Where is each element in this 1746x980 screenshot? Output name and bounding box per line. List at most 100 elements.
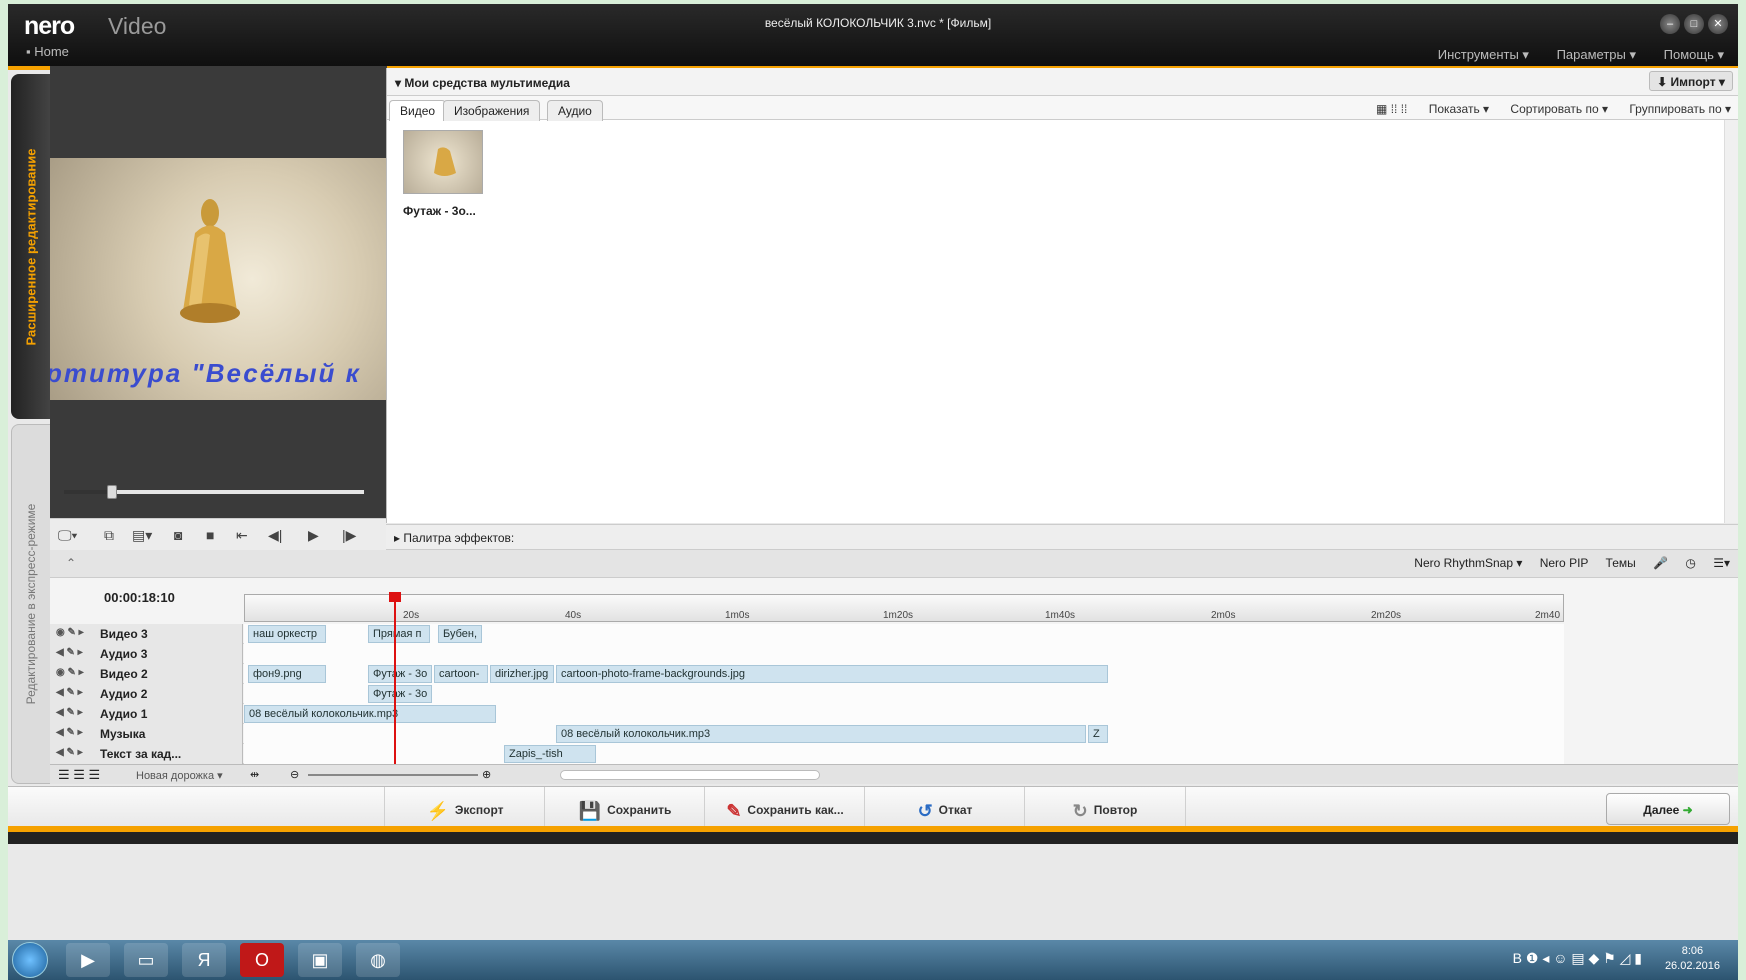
- track-header[interactable]: ◉ ✎ ▸ Видео 2: [50, 664, 243, 684]
- timeline-clip[interactable]: cartoon-: [434, 665, 488, 683]
- file-explorer-icon[interactable]: ▭: [124, 943, 168, 977]
- track-toggle-icons[interactable]: ◀ ✎ ▸: [56, 647, 83, 658]
- media-scrollbar[interactable]: [1724, 120, 1738, 523]
- pip-button[interactable]: Nero PIP: [1540, 556, 1588, 570]
- track-header[interactable]: ◀ ✎ ▸ Музыка: [50, 724, 243, 744]
- media-title[interactable]: ▾ Мои средства мультимедиа: [395, 76, 570, 90]
- group-dropdown[interactable]: Группировать по ▾: [1629, 102, 1731, 116]
- yandex-browser-icon[interactable]: Я: [182, 943, 226, 977]
- aspect-icon[interactable]: ▤▾: [132, 527, 152, 544]
- track-header[interactable]: ◀ ✎ ▸ Аудио 3: [50, 644, 243, 664]
- media-thumbnail[interactable]: [403, 130, 483, 194]
- track-header[interactable]: ◉ ✎ ▸ Видео 3: [50, 624, 243, 644]
- snapshot-icon[interactable]: ◙: [174, 527, 182, 543]
- timeline-clip[interactable]: 08 весёлый колокольчик.mp3: [244, 705, 496, 723]
- minimize-icon[interactable]: –: [1660, 14, 1680, 34]
- clock-icon[interactable]: ◷: [1685, 556, 1695, 570]
- opera-icon[interactable]: O: [240, 943, 284, 977]
- timeline-clip[interactable]: cartoon-photo-frame-backgrounds.jpg: [556, 665, 1108, 683]
- effects-palette-bar[interactable]: ▸ Палитра эффектов:: [386, 524, 1738, 550]
- import-button[interactable]: ⬇ Импорт ▾: [1649, 71, 1733, 91]
- next-label: Далее: [1643, 803, 1680, 817]
- track-video-3: ◉ ✎ ▸ Видео 3 наш оркестр Прямая п Бубен,: [50, 624, 1564, 644]
- timeline-clip[interactable]: Футаж - 3о: [368, 685, 432, 703]
- track-lane[interactable]: наш оркестр Прямая п Бубен,: [244, 624, 1564, 644]
- go-to-start-icon[interactable]: ⇤: [236, 527, 248, 544]
- system-tray-icons[interactable]: B ❶ ◂ ☺ ▤ ◆ ⚑ ◿ ▮: [1513, 950, 1642, 967]
- fullscreen-icon[interactable]: ⧉: [104, 527, 114, 544]
- media-player-icon[interactable]: ▶: [66, 943, 110, 977]
- menu-settings[interactable]: Параметры ▾: [1557, 47, 1636, 62]
- track-view-icons[interactable]: ☰ ☰ ☰: [58, 767, 100, 783]
- tab-video[interactable]: Видео: [389, 100, 447, 121]
- preview-seek-slider[interactable]: [64, 485, 364, 499]
- menu-help[interactable]: Помощь ▾: [1664, 47, 1724, 62]
- rhythmsnap-button[interactable]: Nero RhythmSnap ▾: [1414, 556, 1522, 570]
- timeline-clip[interactable]: Z: [1088, 725, 1108, 743]
- track-name: Видео 2: [100, 667, 148, 681]
- settings-icon[interactable]: ☰▾: [1713, 556, 1730, 570]
- home-link[interactable]: ▪ Home: [26, 44, 69, 59]
- previous-frame-icon[interactable]: ◀|: [268, 527, 282, 544]
- new-track-dropdown[interactable]: Новая дорожка ▾: [136, 769, 223, 782]
- sort-dropdown[interactable]: Сортировать по ▾: [1510, 102, 1608, 116]
- start-button[interactable]: [12, 942, 48, 978]
- timeline-clip[interactable]: Прямая п: [368, 625, 430, 643]
- timeline-clip[interactable]: фон9.png: [248, 665, 326, 683]
- track-lane[interactable]: фон9.png Футаж - 3о cartoon- dirizher.jp…: [244, 664, 1564, 684]
- track-toggle-icons[interactable]: ◀ ✎ ▸: [56, 747, 83, 758]
- timeline-clip[interactable]: Zapis_-tish: [504, 745, 596, 763]
- stop-icon[interactable]: ■: [206, 527, 214, 543]
- track-lane[interactable]: 08 весёлый колокольчик.mp3 Z: [244, 724, 1564, 744]
- tab-express-editing[interactable]: Редактирование в экспресс-режиме: [11, 424, 51, 784]
- show-dropdown[interactable]: Показать ▾: [1429, 102, 1489, 116]
- track-lane[interactable]: Zapis_-tish: [244, 744, 1564, 764]
- track-toggle-icons[interactable]: ◉ ✎ ▸: [56, 627, 84, 638]
- track-header[interactable]: ◀ ✎ ▸ Текст за кад...: [50, 744, 243, 764]
- track-toggle-icons[interactable]: ◀ ✎ ▸: [56, 707, 83, 718]
- main-menu: Инструменты ▾ Параметры ▾ Помощь ▾: [1414, 47, 1724, 63]
- next-frame-icon[interactable]: |▶: [342, 527, 356, 544]
- menu-tools[interactable]: Инструменты ▾: [1438, 47, 1529, 62]
- tab-audio[interactable]: Аудио: [547, 100, 603, 121]
- zoom-in-icon[interactable]: ⊕: [482, 768, 491, 781]
- maximize-icon[interactable]: □: [1684, 14, 1704, 34]
- timeline-clip[interactable]: наш оркестр: [248, 625, 326, 643]
- time-ruler[interactable]: 20s 40s 1m0s 1m20s 1m40s 2m0s 2m20s 2m40: [244, 594, 1564, 622]
- track-toggle-icons[interactable]: ◉ ✎ ▸: [56, 667, 84, 678]
- playhead[interactable]: [394, 594, 396, 768]
- zoom-slider[interactable]: [308, 774, 478, 776]
- zoom-out-icon[interactable]: ⊖: [290, 768, 299, 781]
- track-header[interactable]: ◀ ✎ ▸ Аудио 2: [50, 684, 243, 704]
- display-mode-icon[interactable]: 🖵▾: [58, 527, 77, 544]
- next-button[interactable]: Далее ➜: [1606, 793, 1730, 825]
- timeline-clip[interactable]: Бубен,: [438, 625, 482, 643]
- microphone-icon[interactable]: 🎤: [1653, 556, 1668, 570]
- timeline-clip[interactable]: 08 весёлый колокольчик.mp3: [556, 725, 1086, 743]
- system-clock[interactable]: 8:06 26.02.2016: [1665, 944, 1720, 974]
- view-mode-icon[interactable]: ▦ ⁞⁞ ⁞⁞: [1376, 102, 1407, 116]
- track-lane[interactable]: [244, 644, 1564, 664]
- track-header[interactable]: ◀ ✎ ▸ Аудио 1: [50, 704, 243, 724]
- play-icon[interactable]: ▶: [308, 527, 319, 544]
- collapse-icon[interactable]: ⌃: [66, 556, 76, 570]
- timeline-horizontal-scrollbar[interactable]: [560, 770, 820, 780]
- tab-advanced-editing-label: Расширенное редактирование: [23, 148, 39, 345]
- track-lane[interactable]: Футаж - 3о: [244, 684, 1564, 704]
- timeline-clip[interactable]: dirizher.jpg: [490, 665, 554, 683]
- presentation-app-icon[interactable]: ▣: [298, 943, 342, 977]
- tab-images[interactable]: Изображения: [443, 100, 541, 121]
- timeline-clip[interactable]: Футаж - 3о: [368, 665, 432, 683]
- track-name: Аудио 2: [100, 687, 148, 701]
- tab-advanced-editing[interactable]: Расширенное редактирование: [11, 74, 51, 419]
- track-lane[interactable]: 08 весёлый колокольчик.mp3: [244, 704, 1564, 724]
- zoom-fit-icon[interactable]: ⇹: [250, 768, 259, 781]
- effects-palette-label: ▸ Палитра эффектов:: [394, 531, 515, 545]
- timeline-toolbar: ⌃ Nero RhythmSnap ▾ Nero PIP Темы 🎤 ◷ ☰▾: [50, 550, 1738, 578]
- close-icon[interactable]: ✕: [1708, 14, 1728, 34]
- themes-button[interactable]: Темы: [1606, 556, 1636, 570]
- track-toggle-icons[interactable]: ◀ ✎ ▸: [56, 687, 83, 698]
- seek-handle[interactable]: [107, 485, 117, 499]
- track-toggle-icons[interactable]: ◀ ✎ ▸: [56, 727, 83, 738]
- nero-app-icon[interactable]: ◍: [356, 943, 400, 977]
